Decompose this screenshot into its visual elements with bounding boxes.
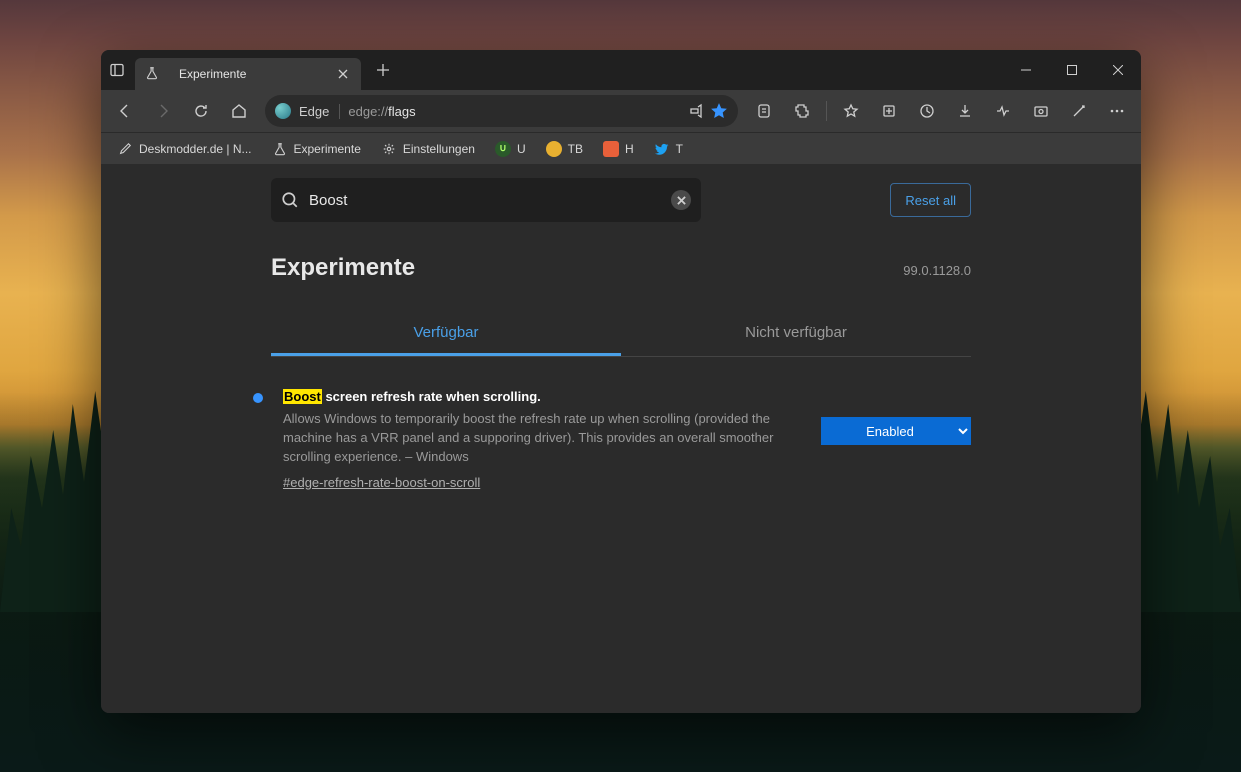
bookmark-label: Experimente <box>294 142 361 156</box>
flag-title: Boost screen refresh rate when scrolling… <box>283 389 801 404</box>
settings-menu-icon[interactable] <box>1099 95 1135 127</box>
performance-icon[interactable] <box>985 95 1021 127</box>
favicon <box>546 141 562 157</box>
browser-window: Experimente <box>101 50 1141 713</box>
forward-button[interactable] <box>145 95 181 127</box>
window-controls <box>1003 50 1141 90</box>
bookmark-item[interactable]: Experimente <box>264 138 369 160</box>
bookmark-item[interactable]: ∪ U <box>487 138 534 160</box>
web-select-icon[interactable] <box>1061 95 1097 127</box>
toolbar-divider <box>826 101 827 121</box>
edge-icon <box>275 103 291 119</box>
gear-icon <box>381 141 397 157</box>
bookmark-label: Einstellungen <box>403 142 475 156</box>
home-button[interactable] <box>221 95 257 127</box>
share-icon[interactable] <box>688 103 704 119</box>
favorite-star-icon[interactable] <box>710 102 728 120</box>
bookmark-label: H <box>625 142 634 156</box>
pencil-icon <box>117 141 133 157</box>
flag-state-select[interactable]: Enabled <box>821 417 971 445</box>
version-label: 99.0.1128.0 <box>903 263 971 278</box>
flask-icon <box>145 66 161 82</box>
flask-icon <box>272 141 288 157</box>
tab-unavailable[interactable]: Nicht verfügbar <box>621 312 971 356</box>
tab-available[interactable]: Verfügbar <box>271 312 621 356</box>
bookmark-item[interactable]: H <box>595 138 642 160</box>
tabs: Verfügbar Nicht verfügbar <box>271 312 971 357</box>
new-tab-button[interactable] <box>369 56 397 84</box>
bookmark-item[interactable]: T <box>646 138 691 160</box>
tab-title: Experimente <box>179 67 327 81</box>
maximize-button[interactable] <box>1049 50 1095 90</box>
downloads-icon[interactable] <box>947 95 983 127</box>
address-url: edge://flags <box>348 104 415 119</box>
address-label: Edge <box>299 104 340 119</box>
titlebar: Experimente <box>101 50 1141 90</box>
refresh-button[interactable] <box>183 95 219 127</box>
web-capture-icon[interactable] <box>1023 95 1059 127</box>
bookmarks-bar: Deskmodder.de | N... Experimente Einstel… <box>101 132 1141 164</box>
bookmark-item[interactable]: Deskmodder.de | N... <box>109 138 260 160</box>
bookmark-item[interactable]: TB <box>538 138 591 160</box>
close-window-button[interactable] <box>1095 50 1141 90</box>
reset-all-button[interactable]: Reset all <box>890 183 971 217</box>
tab-actions-icon[interactable] <box>109 62 125 78</box>
bookmark-label: TB <box>568 142 583 156</box>
twitter-icon <box>654 141 670 157</box>
back-button[interactable] <box>107 95 143 127</box>
flag-anchor-link[interactable]: #edge-refresh-rate-boost-on-scroll <box>283 475 480 490</box>
toolbar: Edge edge://flags <box>101 90 1141 132</box>
bookmark-label: Deskmodder.de | N... <box>139 142 252 156</box>
bookmark-label: T <box>676 142 683 156</box>
page-title: Experimente <box>271 254 415 282</box>
address-bar[interactable]: Edge edge://flags <box>265 95 738 127</box>
favicon <box>603 141 619 157</box>
history-icon[interactable] <box>909 95 945 127</box>
bookmark-label: U <box>517 142 526 156</box>
search-input[interactable]: Boost <box>271 178 701 222</box>
close-tab-button[interactable] <box>335 66 351 82</box>
modified-indicator-icon <box>253 393 263 403</box>
flag-row: Boost screen refresh rate when scrolling… <box>271 389 971 492</box>
search-icon <box>281 191 299 209</box>
browser-tab[interactable]: Experimente <box>135 58 361 90</box>
collections-icon[interactable] <box>871 95 907 127</box>
favorites-icon[interactable] <box>833 95 869 127</box>
extensions-icon[interactable] <box>784 95 820 127</box>
clear-search-button[interactable] <box>671 190 691 210</box>
minimize-button[interactable] <box>1003 50 1049 90</box>
search-value: Boost <box>309 192 661 209</box>
tracking-prevention-icon[interactable] <box>746 95 782 127</box>
flag-description: Allows Windows to temporarily boost the … <box>283 410 783 467</box>
bookmark-item[interactable]: Einstellungen <box>373 138 483 160</box>
page-content: Boost Reset all Experimente 99.0.1128.0 … <box>101 164 1141 713</box>
favicon: ∪ <box>495 141 511 157</box>
